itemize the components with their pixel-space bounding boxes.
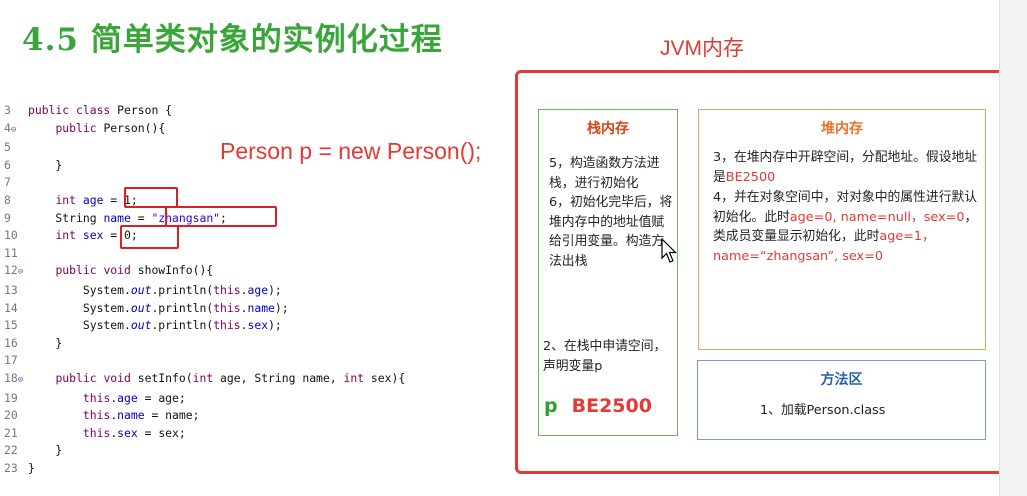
line-number: 17 [4, 353, 18, 368]
heap-step-4: 4，并在对象空间中，对对象中的属性进行默认初始化。此时age=0, name=n… [713, 188, 981, 266]
code-text: System.out.println(this.name); [28, 300, 289, 315]
highlight-name-init [165, 206, 277, 227]
line-number: 18⊖ [4, 370, 24, 385]
code-text: } [28, 335, 63, 350]
line-number: 8 [4, 192, 11, 207]
code-line: 16 } [4, 335, 405, 353]
code-line: 17 [4, 352, 405, 370]
stack-steps-5-6: 5，构造函数方法进栈，进行初始化 6，初始化完毕后，将堆内存中的地址值赋给引用变… [549, 156, 673, 269]
code-line: 22 } [4, 442, 405, 460]
line-number: 5 [4, 140, 11, 155]
code-text: this.age = age; [82, 390, 186, 405]
code-text: public void showInfo(){ [55, 263, 214, 278]
line-number: 15 [4, 318, 18, 333]
highlight-age-init [124, 187, 178, 208]
fold-icon[interactable]: ⊖ [11, 125, 16, 135]
highlight-sex-init [120, 225, 179, 249]
heap-step-3: 3，在堆内存中开辟空间，分配地址。假设地址是BE2500 [713, 148, 981, 187]
code-text: this.sex = sex; [82, 425, 186, 440]
code-line: 18⊖ public void setInfo(int age, String … [4, 370, 405, 390]
line-number: 4⊖ [4, 120, 17, 135]
stack-title: 栈内存 [587, 121, 629, 137]
right-scroll-strip[interactable] [999, 0, 1027, 496]
line-number: 14 [4, 300, 18, 315]
reference-address: BE2500 [571, 395, 652, 417]
line-number: 23 [4, 460, 18, 475]
fold-icon[interactable]: ⊖ [18, 375, 23, 385]
code-line: 14 System.out.println(this.name); [4, 300, 405, 318]
jvm-memory-label: JVM内存 [660, 37, 744, 60]
heap-address: BE2500 [725, 169, 776, 185]
code-line: 3 public class Person { [4, 102, 405, 120]
code-text: public Person(){ [55, 120, 166, 135]
stack-variable: p BE2500 [544, 395, 652, 417]
heap-title: 堆内存 [821, 121, 863, 137]
code-line: 11 [4, 245, 405, 263]
code-text: int age = 1; [55, 192, 138, 207]
variable-p: p [544, 395, 558, 417]
mouse-cursor-icon [661, 238, 677, 263]
code-text: System.out.println(this.age); [28, 282, 282, 297]
heap-memory-box: 堆内存 3，在堆内存中开辟空间，分配地址。假设地址是BE2500 4，并在对象空… [698, 109, 986, 350]
code-line: 12⊖ public void showInfo(){ [4, 262, 405, 282]
page-title: 4.5 简单类对象的实例化过程 [22, 22, 443, 58]
code-line: 13 System.out.println(this.age); [4, 282, 405, 300]
code-text: } [28, 443, 63, 458]
code-line: 7 [4, 174, 405, 192]
code-text: } [28, 460, 35, 475]
code-text: public void setInfo(int age, String name… [55, 370, 406, 385]
code-line: 20 this.name = name; [4, 407, 405, 425]
line-number: 20 [4, 408, 18, 423]
line-number: 3 [4, 103, 11, 117]
stack-memory-box: 栈内存 5，构造函数方法进栈，进行初始化 6，初始化完毕后，将堆内存中的地址值赋… [538, 109, 678, 436]
code-line: 23} [4, 460, 405, 478]
code-line: 10 int sex = 0; [4, 227, 405, 245]
instantiation-statement: Person p = new Person(); [220, 138, 482, 164]
line-number: 7 [4, 175, 11, 190]
line-number: 13 [4, 282, 18, 297]
line-number: 19 [4, 390, 18, 405]
stack-step-2: 2、在栈中申请空间，声明变量p [543, 339, 667, 374]
method-area-step-1: 1、加载Person.class [760, 403, 886, 418]
line-number: 22 [4, 443, 18, 458]
code-text: System.out.println(this.sex); [28, 318, 282, 333]
line-number: 9 [4, 210, 11, 225]
fold-icon[interactable]: ⊖ [18, 267, 23, 277]
method-area-title: 方法区 [820, 372, 863, 388]
line-number: 11 [4, 245, 18, 260]
method-area-box: 方法区 1、加载Person.class [697, 360, 986, 440]
line-number: 6 [4, 157, 11, 172]
code-line: 4⊖ public Person(){ [4, 120, 405, 140]
code-line: 15 System.out.println(this.sex); [4, 317, 405, 335]
code-text: public class Person { [28, 103, 173, 117]
code-line: 19 this.age = age; [4, 390, 405, 408]
line-number: 21 [4, 425, 18, 440]
heap-default-values: age=0, name=null，sex=0 [789, 209, 965, 225]
line-number: 10 [4, 228, 18, 243]
line-number: 12⊖ [4, 263, 24, 278]
line-number: 16 [4, 335, 18, 350]
code-text: this.name = name; [82, 408, 200, 423]
code-line: 21 this.sex = sex; [4, 425, 405, 443]
code-text: } [28, 157, 63, 172]
